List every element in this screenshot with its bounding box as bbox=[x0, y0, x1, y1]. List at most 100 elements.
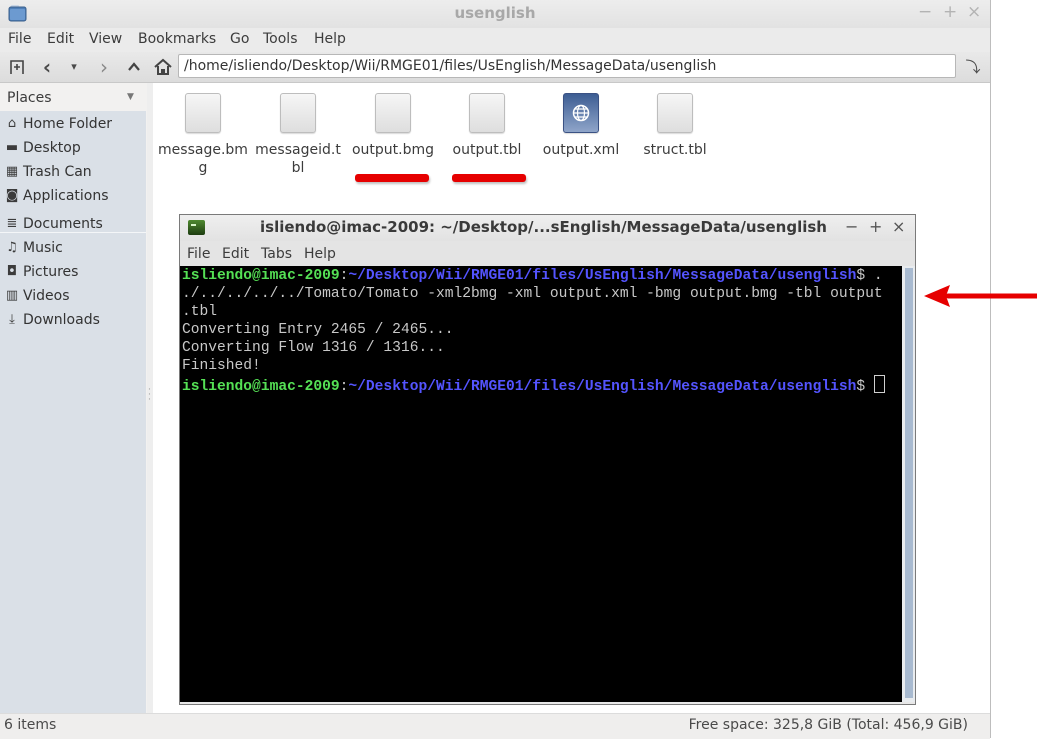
command-line: .tbl bbox=[182, 304, 218, 320]
scrollbar-thumb[interactable] bbox=[905, 268, 913, 698]
prompt-line: isliendo@imac-2009:~/Desktop/Wii/RMGE01/… bbox=[182, 267, 883, 285]
menu-go[interactable]: Go bbox=[230, 31, 249, 47]
command-text: . bbox=[873, 268, 883, 284]
new-tab-button[interactable] bbox=[6, 56, 28, 78]
file-item[interactable]: output.bmg bbox=[347, 93, 439, 159]
history-dropdown[interactable]: ▾ bbox=[63, 56, 85, 78]
sidebar-item-label: Home Folder bbox=[23, 116, 113, 132]
menu-file[interactable]: File bbox=[187, 246, 210, 262]
back-icon: ‹ bbox=[42, 55, 52, 79]
xml-file-icon bbox=[563, 93, 599, 133]
file-item[interactable]: messageid.tbl bbox=[252, 93, 344, 177]
music-icon: ♫ bbox=[6, 240, 18, 255]
downloads-icon: ⤓ bbox=[9, 312, 15, 327]
sidebar-item-downloads[interactable]: ⤓ Downloads bbox=[0, 309, 146, 333]
places-list: ⌂ Home Folder ▬ Desktop ▦ Trash Can ◙ Ap… bbox=[0, 111, 146, 713]
file-icon bbox=[280, 93, 316, 133]
file-item[interactable]: output.xml bbox=[535, 93, 627, 159]
new-tab-icon bbox=[10, 60, 24, 74]
sidebar-item-documents[interactable]: ≣ Documents bbox=[0, 213, 146, 237]
terminal-output[interactable]: isliendo@imac-2009:~/Desktop/Wii/RMGE01/… bbox=[180, 266, 902, 702]
minimize-button[interactable]: − bbox=[845, 217, 858, 236]
sidebar-item-desktop[interactable]: ▬ Desktop bbox=[0, 137, 146, 161]
terminal-title-bar[interactable]: isliendo@imac-2009: ~/Desktop/...sEnglis… bbox=[180, 215, 915, 241]
go-button[interactable]: ⤵ bbox=[962, 56, 984, 78]
applications-icon: ◙ bbox=[5, 188, 19, 203]
annotation-underline bbox=[452, 174, 526, 182]
annotation-arrow bbox=[924, 285, 1037, 307]
prompt-user: isliendo@imac-2009 bbox=[182, 268, 340, 284]
sidebar-item-label: Trash Can bbox=[23, 164, 92, 180]
menu-help[interactable]: Help bbox=[314, 31, 346, 47]
text-cursor bbox=[873, 375, 885, 393]
menu-edit[interactable]: Edit bbox=[47, 31, 74, 47]
close-button[interactable]: × bbox=[967, 2, 981, 22]
terminal-window: isliendo@imac-2009: ~/Desktop/...sEnglis… bbox=[179, 214, 916, 705]
sidebar-item-applications[interactable]: ◙ Applications bbox=[0, 185, 146, 209]
window-title: usenglish bbox=[454, 4, 536, 22]
sidebar: Places ▼ ⌂ Home Folder ▬ Desktop ▦ Trash… bbox=[0, 83, 147, 713]
scrollbar[interactable] bbox=[902, 266, 915, 702]
up-button[interactable] bbox=[123, 56, 145, 78]
output-line: Converting Entry 2465 / 2465... bbox=[182, 322, 454, 338]
file-item[interactable]: message.bmg bbox=[157, 93, 249, 177]
grip-icon: · · · bbox=[148, 385, 151, 405]
up-icon bbox=[128, 62, 140, 71]
home-icon bbox=[154, 58, 172, 75]
sidebar-item-music[interactable]: ♫ Music bbox=[0, 237, 146, 261]
file-item[interactable]: output.tbl bbox=[441, 93, 533, 159]
sidebar-item-pictures[interactable]: ◘ Pictures bbox=[0, 261, 146, 285]
prompt-path: ~/Desktop/Wii/RMGE01/files/UsEnglish/Mes… bbox=[348, 379, 857, 395]
prompt-line: isliendo@imac-2009:~/Desktop/Wii/RMGE01/… bbox=[182, 375, 885, 396]
sidebar-item-trash-can[interactable]: ▦ Trash Can bbox=[0, 161, 146, 185]
close-button[interactable]: × bbox=[892, 217, 905, 236]
file-item[interactable]: struct.tbl bbox=[629, 93, 721, 159]
location-input[interactable] bbox=[178, 54, 956, 78]
file-name: output.xml bbox=[542, 142, 620, 158]
menu-tabs[interactable]: Tabs bbox=[261, 246, 292, 262]
sidebar-item-label: Downloads bbox=[23, 312, 100, 328]
chevron-down-icon: ▾ bbox=[71, 60, 77, 73]
videos-icon: ▥ bbox=[5, 288, 19, 303]
places-label: Places bbox=[7, 90, 52, 106]
minimize-button[interactable]: − bbox=[918, 2, 932, 22]
go-icon: ⤵ bbox=[965, 58, 981, 76]
file-name: output.tbl bbox=[452, 142, 522, 158]
sidebar-item-label: Pictures bbox=[23, 264, 79, 280]
status-bar: 6 items Free space: 325,8 GiB (Total: 45… bbox=[0, 713, 990, 739]
file-name: struct.tbl bbox=[643, 142, 707, 158]
globe-icon bbox=[572, 104, 590, 122]
pictures-icon: ◘ bbox=[6, 264, 18, 279]
maximize-button[interactable]: + bbox=[869, 217, 882, 236]
places-selector[interactable]: Places ▼ bbox=[0, 83, 147, 111]
menu-tools[interactable]: Tools bbox=[263, 31, 298, 47]
menu-view[interactable]: View bbox=[89, 31, 122, 47]
home-button[interactable] bbox=[152, 56, 174, 78]
desktop-icon: ▬ bbox=[5, 140, 19, 155]
sidebar-item-videos[interactable]: ▥ Videos bbox=[0, 285, 146, 309]
menu-edit[interactable]: Edit bbox=[222, 246, 249, 262]
prompt-symbol: $ bbox=[856, 268, 874, 284]
toolbar: ‹ ▾ › ⤵ bbox=[0, 52, 990, 83]
forward-button[interactable]: › bbox=[93, 56, 115, 78]
output-line: Finished! bbox=[182, 358, 261, 374]
file-icon bbox=[469, 93, 505, 133]
back-button[interactable]: ‹ bbox=[36, 56, 58, 78]
menu-bookmarks[interactable]: Bookmarks bbox=[138, 31, 216, 47]
prompt-path: ~/Desktop/Wii/RMGE01/files/UsEnglish/Mes… bbox=[348, 268, 857, 284]
sidebar-item-label: Documents bbox=[23, 216, 103, 232]
sidebar-item-home-folder[interactable]: ⌂ Home Folder bbox=[0, 113, 146, 137]
terminal-title: isliendo@imac-2009: ~/Desktop/...sEnglis… bbox=[260, 218, 827, 236]
title-bar[interactable]: usenglish − + × bbox=[0, 0, 990, 28]
maximize-button[interactable]: + bbox=[943, 2, 957, 22]
forward-icon: › bbox=[100, 55, 108, 79]
menu-file[interactable]: File bbox=[8, 31, 31, 47]
file-name: messageid.tbl bbox=[255, 142, 341, 176]
menu-help[interactable]: Help bbox=[304, 246, 336, 262]
prompt-symbol: $ bbox=[856, 379, 874, 395]
menu-bar: File Edit View Bookmarks Go Tools Help bbox=[0, 28, 990, 52]
terminal-menu-bar: File Edit Tabs Help bbox=[180, 241, 915, 266]
free-space: Free space: 325,8 GiB (Total: 456,9 GiB) bbox=[688, 717, 968, 733]
file-icon bbox=[185, 93, 221, 133]
file-name: output.bmg bbox=[351, 142, 435, 158]
